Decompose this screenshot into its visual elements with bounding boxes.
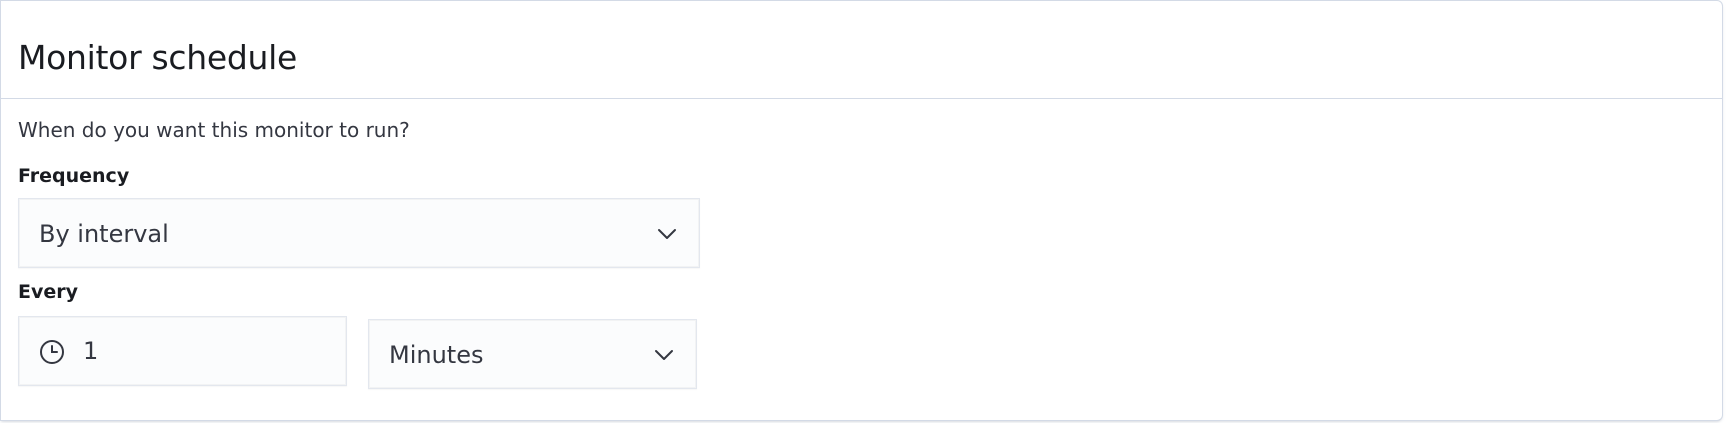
frequency-label: Frequency — [18, 165, 130, 187]
chevron-down-icon — [658, 229, 676, 239]
chevron-down-icon — [655, 350, 673, 360]
interval-unit-select[interactable]: Minutes — [368, 319, 697, 389]
interval-input[interactable] — [83, 333, 323, 369]
frequency-select[interactable]: By interval — [18, 198, 700, 268]
clock-icon — [40, 340, 64, 364]
interval-field[interactable] — [18, 316, 347, 386]
panel-header: Monitor schedule — [1, 1, 1722, 99]
every-label: Every — [18, 281, 79, 303]
frequency-selected-value: By interval — [39, 220, 169, 248]
interval-unit-selected-value: Minutes — [389, 341, 484, 369]
panel-title: Monitor schedule — [18, 38, 298, 77]
panel-description: When do you want this monitor to run? — [18, 118, 410, 142]
monitor-schedule-panel: Monitor schedule When do you want this m… — [0, 0, 1723, 421]
